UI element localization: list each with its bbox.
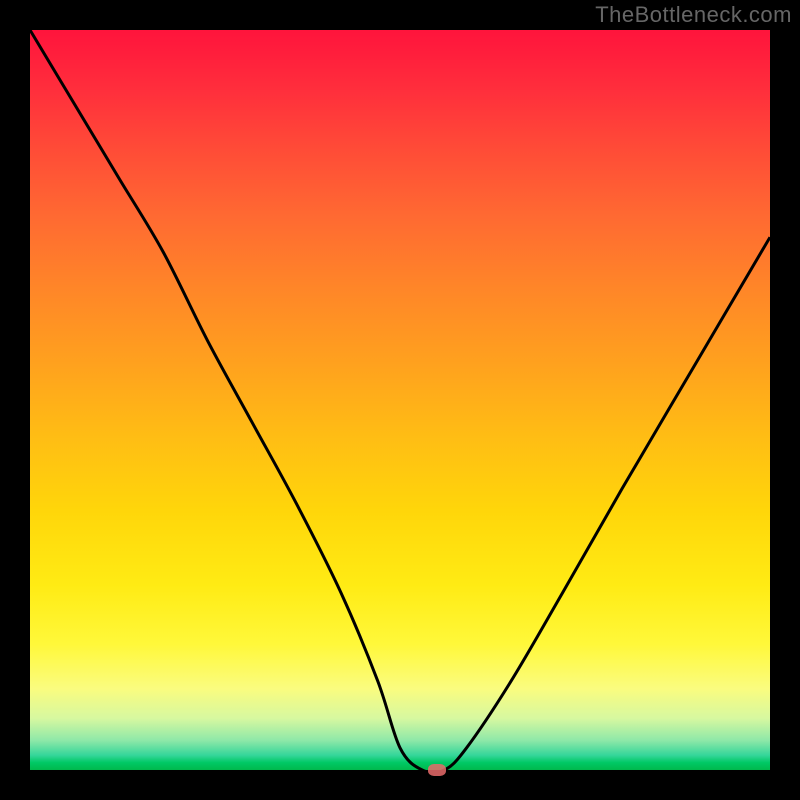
chart-frame: TheBottleneck.com [0,0,800,800]
plot-area [30,30,770,770]
optimum-marker [428,764,446,776]
curve-path [30,30,770,770]
watermark-text: TheBottleneck.com [595,2,792,28]
bottleneck-curve [30,30,770,770]
